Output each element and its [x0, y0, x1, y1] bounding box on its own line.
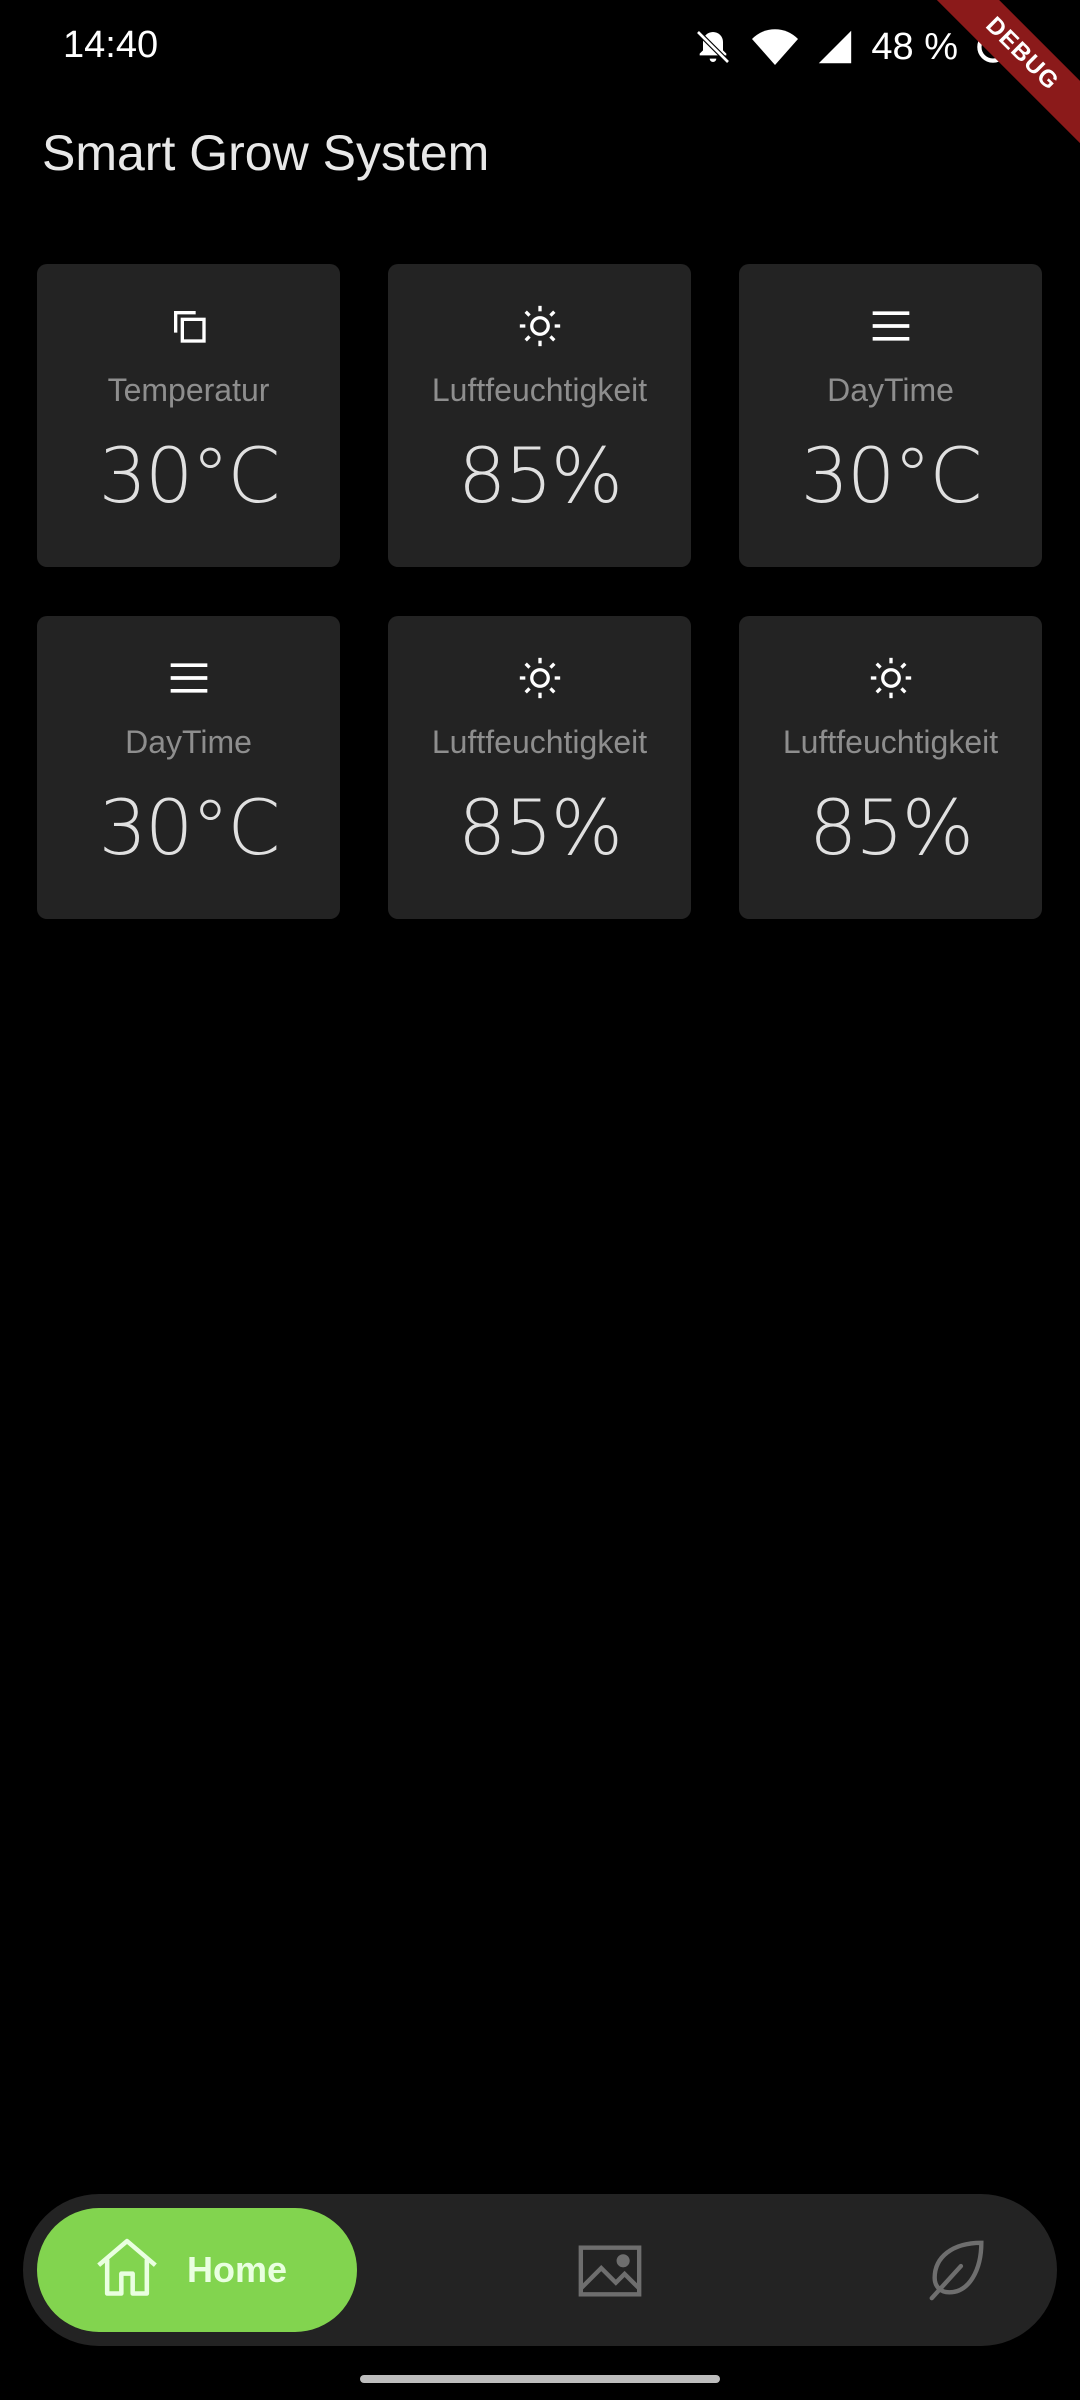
bottom-navigation: Home: [23, 2194, 1057, 2346]
nav-home-label: Home: [187, 2249, 288, 2290]
notifications-off-icon: [693, 27, 733, 67]
sensor-card-label: Temperatur: [107, 372, 270, 408]
sensor-card-label: Luftfeuchtigkeit: [782, 724, 999, 760]
gesture-handle[interactable]: [360, 2375, 720, 2383]
menu-icon: [167, 656, 211, 700]
status-time: 14:40: [63, 24, 159, 66]
sensor-card[interactable]: Luftfeuchtigkeit 85%: [739, 616, 1042, 919]
sun-icon: [869, 656, 913, 700]
home-icon: [93, 2234, 161, 2307]
sensor-card-grid: Temperatur 30°C Luftfeuchtigkeit 85% Day…: [37, 264, 1042, 919]
leaf-icon: [923, 2240, 993, 2308]
debug-banner-label: DEBUG: [920, 0, 1080, 160]
nav-home-button[interactable]: Home: [37, 2208, 357, 2332]
sensor-card-label: DayTime: [827, 372, 954, 408]
menu-icon: [869, 304, 913, 348]
wifi-icon: [751, 27, 799, 67]
sensor-card-value: 85%: [458, 783, 623, 872]
copy-icon: [167, 304, 211, 348]
image-icon: [575, 2245, 645, 2310]
sensor-card-value: 85%: [809, 783, 974, 872]
signal-icon: [817, 29, 853, 65]
sensor-card[interactable]: Luftfeuchtigkeit 85%: [388, 264, 691, 567]
sensor-card-value: 30°C: [98, 783, 281, 872]
sensor-card-label: Luftfeuchtigkeit: [431, 724, 648, 760]
sun-icon: [518, 656, 562, 700]
sensor-card[interactable]: Luftfeuchtigkeit 85%: [388, 616, 691, 919]
sensor-card-label: Luftfeuchtigkeit: [431, 372, 648, 408]
screen: 14:40 48 % DEBUG Smart Grow System Tempe…: [0, 0, 1080, 2400]
nav-plant-button[interactable]: [923, 2234, 993, 2304]
sensor-card[interactable]: DayTime 30°C: [739, 264, 1042, 567]
sensor-card[interactable]: DayTime 30°C: [37, 616, 340, 919]
sensor-card-value: 30°C: [98, 431, 281, 520]
debug-banner: DEBUG: [920, 0, 1080, 160]
sensor-card-value: 30°C: [800, 431, 983, 520]
status-bar: 14:40 48 %: [0, 0, 1080, 96]
sensor-card-label: DayTime: [125, 724, 252, 760]
sensor-card[interactable]: Temperatur 30°C: [37, 264, 340, 567]
sensor-card-value: 85%: [458, 431, 623, 520]
nav-gallery-button[interactable]: [575, 2236, 645, 2306]
page-title: Smart Grow System: [42, 125, 490, 181]
sun-icon: [518, 304, 562, 348]
